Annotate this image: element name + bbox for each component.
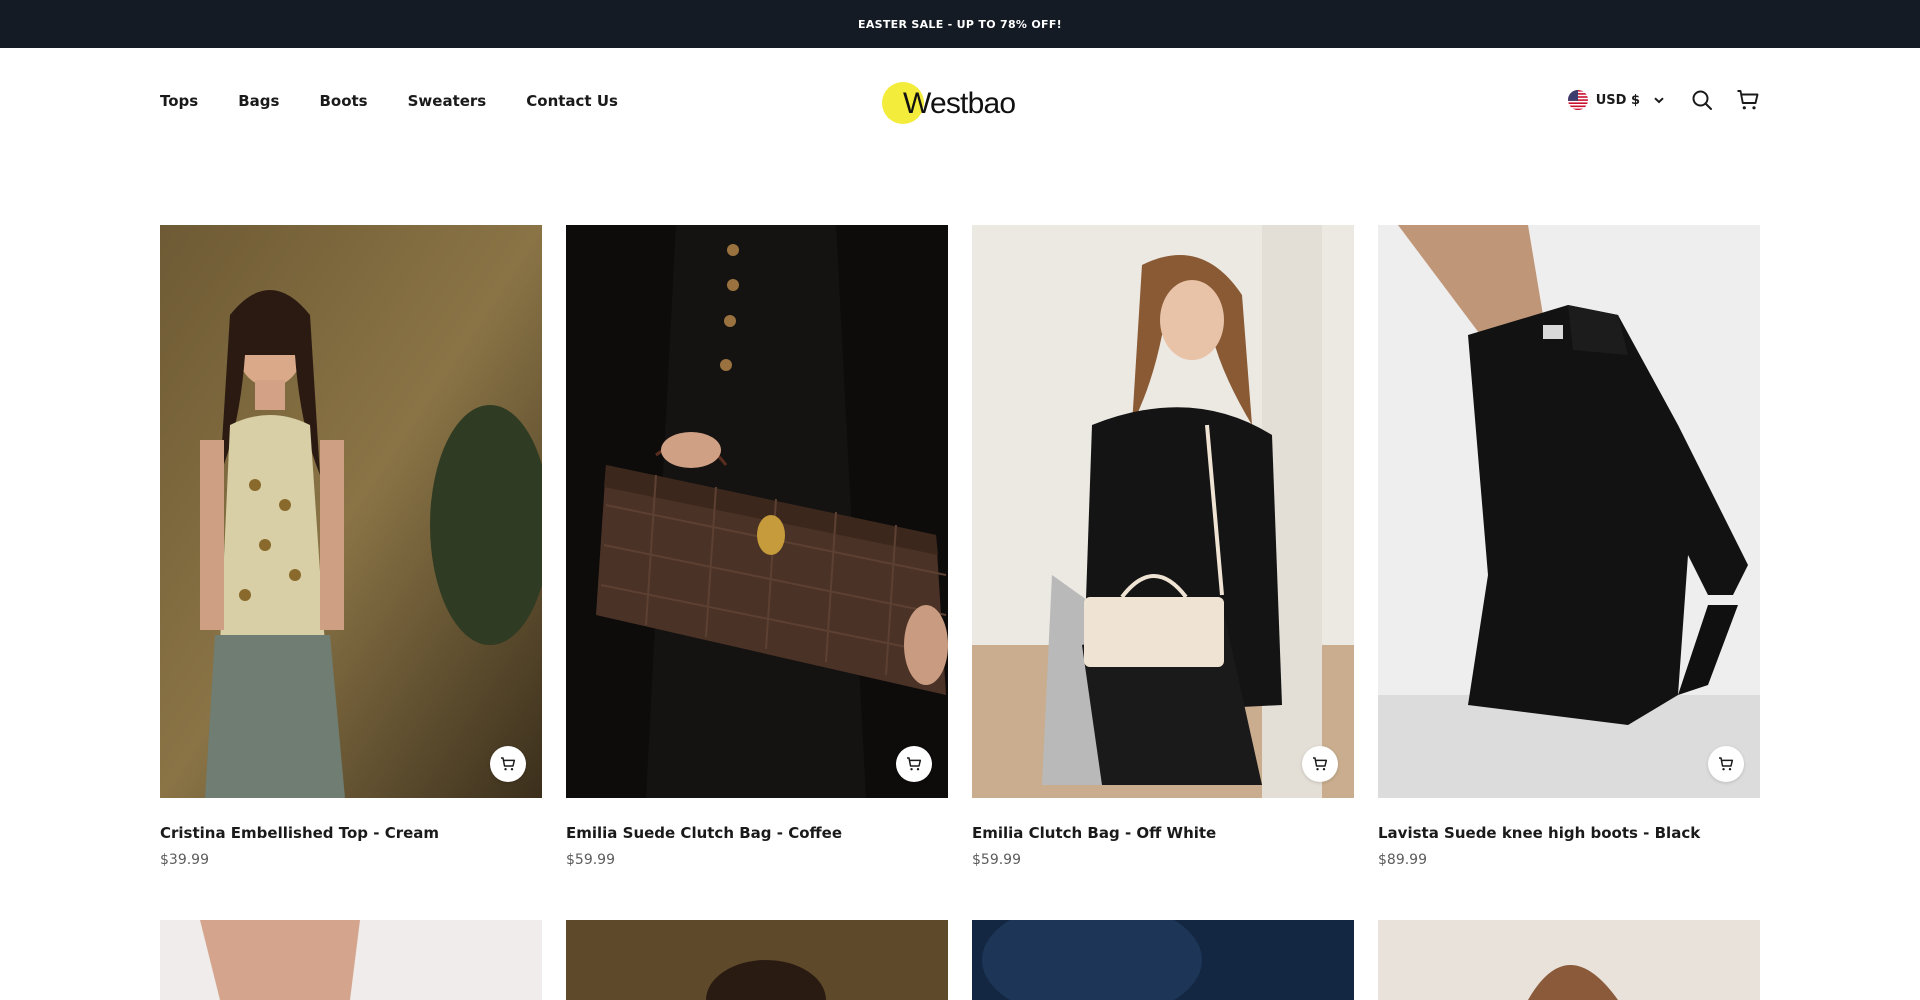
product-photo bbox=[566, 920, 948, 1000]
nav-item-contact-us[interactable]: Contact Us bbox=[526, 92, 618, 110]
nav-item-bags[interactable]: Bags bbox=[238, 92, 279, 110]
quick-add-cart-icon bbox=[906, 756, 922, 772]
product-card bbox=[160, 920, 542, 1000]
quick-add-button[interactable] bbox=[896, 746, 932, 782]
product-image[interactable] bbox=[972, 225, 1354, 798]
nav-item-sweaters[interactable]: Sweaters bbox=[408, 92, 487, 110]
product-photo bbox=[972, 920, 1354, 1000]
product-image[interactable] bbox=[1378, 920, 1760, 1000]
product-card bbox=[972, 920, 1354, 1000]
product-card bbox=[566, 920, 948, 1000]
currency-selector[interactable]: USD $ bbox=[1567, 90, 1664, 110]
product-photo bbox=[1378, 225, 1760, 798]
quick-add-cart-icon bbox=[500, 756, 516, 772]
product-name[interactable]: Emilia Suede Clutch Bag - Coffee bbox=[566, 824, 948, 842]
chevron-down-icon bbox=[1654, 96, 1664, 104]
quick-add-button[interactable] bbox=[1302, 746, 1338, 782]
cart-icon[interactable] bbox=[1736, 88, 1760, 112]
product-image[interactable] bbox=[160, 920, 542, 1000]
product-card: Cristina Embellished Top - Cream $39.99 bbox=[160, 225, 542, 868]
product-photo bbox=[566, 225, 948, 798]
product-image[interactable] bbox=[160, 225, 542, 798]
site-header: Tops Bags Boots Sweaters Contact Us West… bbox=[0, 48, 1920, 160]
product-name[interactable]: Lavista Suede knee high boots - Black bbox=[1378, 824, 1760, 842]
product-price: $59.99 bbox=[972, 852, 1021, 868]
main-nav: Tops Bags Boots Sweaters Contact Us bbox=[160, 92, 618, 110]
logo-text: Westbao bbox=[903, 87, 1016, 120]
product-image[interactable] bbox=[972, 920, 1354, 1000]
product-card bbox=[1378, 920, 1760, 1000]
product-card: Emilia Suede Clutch Bag - Coffee $59.99 bbox=[566, 225, 948, 868]
product-price: $89.99 bbox=[1378, 852, 1427, 868]
quick-add-cart-icon bbox=[1312, 756, 1328, 772]
product-price: $39.99 bbox=[160, 852, 209, 868]
product-name[interactable]: Cristina Embellished Top - Cream bbox=[160, 824, 542, 842]
product-image[interactable] bbox=[1378, 225, 1760, 798]
product-image[interactable] bbox=[566, 920, 948, 1000]
product-grid: Cristina Embellished Top - Cream $39.99 bbox=[160, 225, 1761, 1000]
us-flag-icon bbox=[1567, 90, 1588, 110]
nav-item-tops[interactable]: Tops bbox=[160, 92, 198, 110]
brand-logo[interactable]: Westbao bbox=[880, 80, 1040, 128]
nav-item-boots[interactable]: Boots bbox=[319, 92, 367, 110]
product-image[interactable] bbox=[566, 225, 948, 798]
product-name[interactable]: Emilia Clutch Bag - Off White bbox=[972, 824, 1354, 842]
product-card: Lavista Suede knee high boots - Black $8… bbox=[1378, 225, 1760, 868]
search-icon[interactable] bbox=[1690, 88, 1714, 112]
quick-add-cart-icon bbox=[1718, 756, 1734, 772]
announcement-text: EASTER SALE - UP TO 78% OFF! bbox=[858, 17, 1062, 31]
currency-label: USD $ bbox=[1595, 92, 1640, 108]
product-photo bbox=[160, 920, 542, 1000]
product-photo bbox=[160, 225, 542, 798]
quick-add-button[interactable] bbox=[1708, 746, 1744, 782]
quick-add-button[interactable] bbox=[490, 746, 526, 782]
product-card: Emilia Clutch Bag - Off White $59.99 bbox=[972, 225, 1354, 868]
header-tools: USD $ bbox=[1567, 88, 1760, 112]
product-price: $59.99 bbox=[566, 852, 615, 868]
product-photo bbox=[972, 225, 1354, 798]
product-photo bbox=[1378, 920, 1760, 1000]
announcement-bar: EASTER SALE - UP TO 78% OFF! bbox=[0, 0, 1920, 48]
